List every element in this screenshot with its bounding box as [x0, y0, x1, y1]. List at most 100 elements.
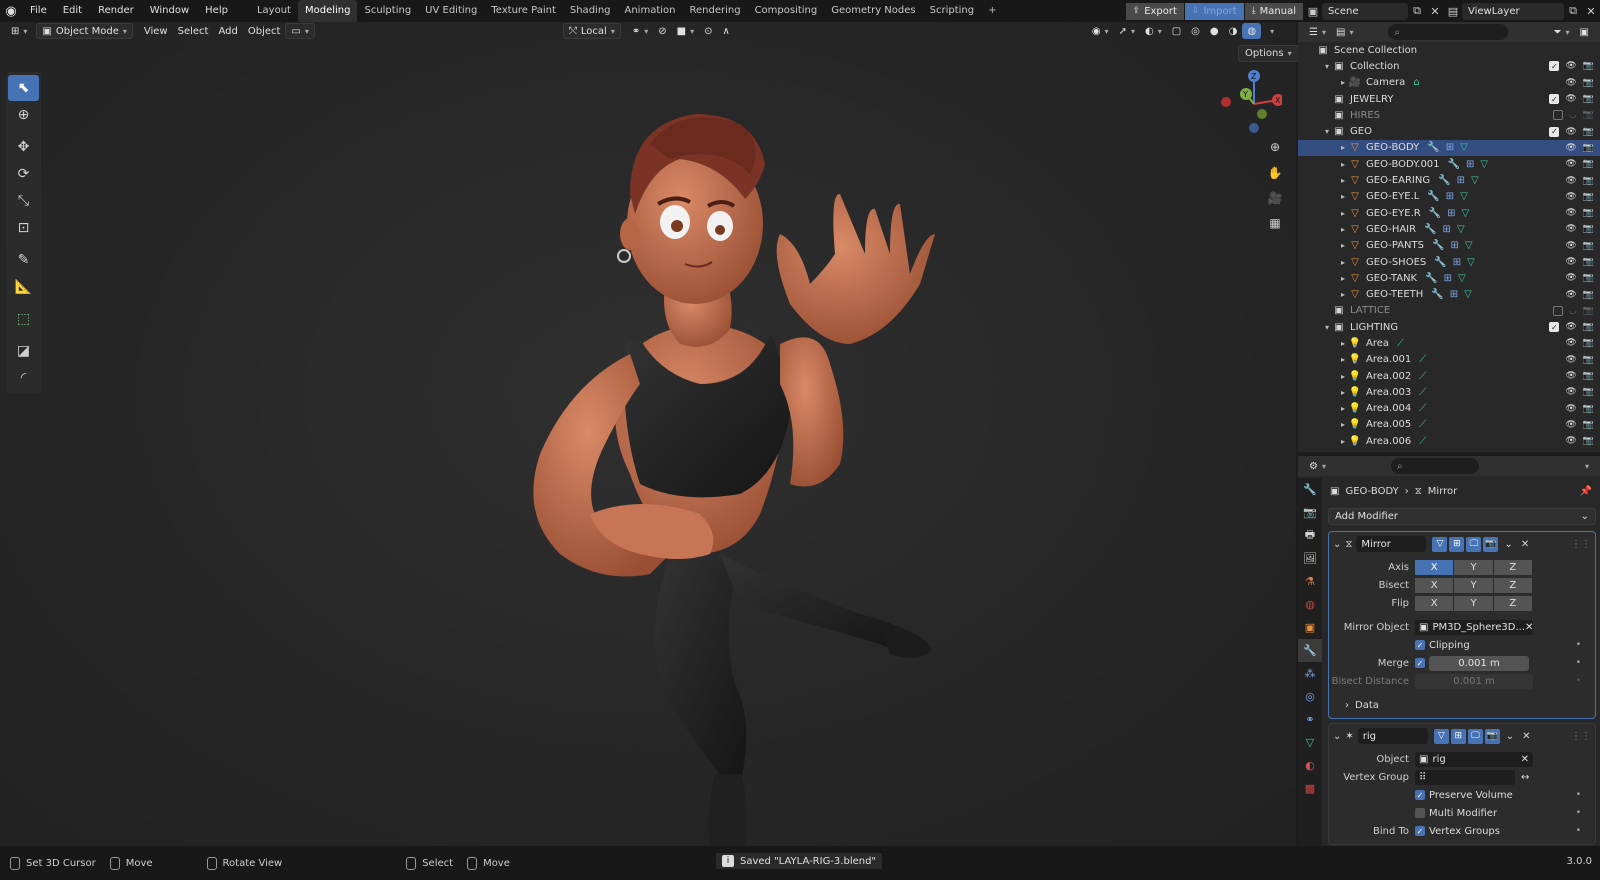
material-shading-icon[interactable]: ◑: [1224, 23, 1243, 39]
outliner-row[interactable]: ▸ ▽ GEO-BODY.001 🔧 ⊞ ▽ 👁 📷: [1298, 156, 1600, 172]
lattice-icon[interactable]: ⊞: [1443, 224, 1451, 235]
view-layer-tab-icon[interactable]: 🖼: [1298, 547, 1322, 570]
exclude-checkbox[interactable]: [1552, 305, 1563, 316]
proportional-edit-icon[interactable]: ⊙: [699, 23, 717, 39]
expand-toggle-icon[interactable]: ▸: [1338, 290, 1348, 299]
remove-modifier-icon[interactable]: ✕: [1521, 539, 1529, 550]
overlay-icon[interactable]: ◐: [1140, 23, 1167, 39]
perspective-grid-icon[interactable]: ▦: [1264, 212, 1286, 234]
edit-mode-icon[interactable]: ⊞: [1450, 728, 1466, 744]
falloff-icon[interactable]: ∧: [717, 23, 734, 39]
mesh-data-icon[interactable]: ▽: [1458, 273, 1466, 284]
visibility-eye-icon[interactable]: 👁: [1565, 78, 1576, 88]
outliner-row[interactable]: ▸ ▽ GEO-HAIR 🔧 ⊞ ▽ 👁 📷: [1298, 221, 1600, 237]
bisect-y-toggle[interactable]: Y: [1454, 577, 1493, 593]
visibility-eye-icon[interactable]: 👁: [1565, 61, 1576, 71]
wrench-icon[interactable]: 🔧: [1432, 240, 1444, 251]
outliner-editor-type-icon[interactable]: ☰: [1304, 24, 1331, 40]
light-data-icon[interactable]: ⟋: [1419, 436, 1426, 447]
expand-toggle-icon[interactable]: ▸: [1338, 225, 1348, 234]
wrench-icon[interactable]: 🔧: [1431, 289, 1443, 300]
keyframe-dot-icon[interactable]: •: [1576, 790, 1581, 800]
visibility-eye-icon[interactable]: 👁: [1565, 224, 1576, 234]
expand-toggle-icon[interactable]: ▸: [1338, 420, 1348, 429]
menu-edit[interactable]: Edit: [55, 0, 90, 22]
mesh-data-icon[interactable]: ▽: [1457, 224, 1465, 235]
scale-tool-icon[interactable]: ⤡: [8, 188, 39, 214]
lattice-icon[interactable]: ⊞: [1447, 208, 1455, 219]
outliner-search-input[interactable]: ⌕: [1388, 24, 1509, 40]
add-workspace-icon[interactable]: +: [981, 0, 1003, 22]
render-camera-icon[interactable]: 📷: [1583, 159, 1594, 169]
outliner-row[interactable]: ▸ 🎥 Camera ⌂ 👁 📷: [1298, 75, 1600, 91]
outliner-row[interactable]: ▾ ▣ LIGHTING ✓ 👁 📷: [1298, 319, 1600, 335]
visibility-eye-icon[interactable]: 👁: [1565, 338, 1576, 348]
visibility-eye-icon[interactable]: 👁: [1565, 290, 1576, 300]
expand-toggle-icon[interactable]: ▸: [1338, 78, 1348, 87]
wrench-icon[interactable]: 🔧: [1427, 191, 1439, 202]
wrench-icon[interactable]: 🔧: [1425, 273, 1437, 284]
vertex-groups-checkbox[interactable]: ✓ Vertex Groups: [1415, 826, 1500, 837]
drag-handle-icon[interactable]: ⋮⋮: [1571, 539, 1591, 550]
new-collection-icon[interactable]: ▣: [1575, 24, 1594, 40]
select-box-tool-icon[interactable]: ⬉: [8, 75, 39, 101]
pan-hand-icon[interactable]: ✋: [1264, 162, 1286, 184]
outliner-row[interactable]: ▸ ▽ GEO-TANK 🔧 ⊞ ▽ 👁 📷: [1298, 270, 1600, 286]
outliner-row[interactable]: ▾ ▣ Collection ✓ 👁 📷: [1298, 58, 1600, 74]
visibility-eye-icon[interactable]: 👁: [1565, 143, 1576, 153]
render-camera-icon[interactable]: 📷: [1583, 241, 1594, 251]
display-mode-icon[interactable]: ▤: [1331, 24, 1358, 40]
outliner-row[interactable]: ▸ ▽ GEO-PANTS 🔧 ⊞ ▽ 👁 📷: [1298, 238, 1600, 254]
zoom-icon[interactable]: ⊕: [1264, 136, 1286, 158]
visibility-eye-icon[interactable]: 👁: [1565, 176, 1576, 186]
camera-view-icon[interactable]: 🎥: [1264, 187, 1286, 209]
drag-handle-icon[interactable]: ⋮⋮: [1571, 731, 1591, 742]
clear-icon[interactable]: ✕: [1521, 754, 1529, 765]
render-camera-icon[interactable]: 📷: [1583, 322, 1594, 332]
render-camera-icon[interactable]: 📷: [1583, 110, 1594, 120]
visibility-eye-icon[interactable]: 👁: [1565, 257, 1576, 267]
add-cube-tool-icon[interactable]: ⬚: [8, 306, 39, 332]
flip-z-toggle[interactable]: Z: [1493, 595, 1532, 611]
particles-tab-icon[interactable]: ⁂: [1298, 662, 1322, 685]
outliner-row[interactable]: ▸ 💡 Area.003 ⟋ 👁 📷: [1298, 384, 1600, 400]
light-data-icon[interactable]: ⟋: [1419, 387, 1426, 398]
bisect-distance-field[interactable]: 0.001 m: [1415, 673, 1533, 689]
exclude-checkbox[interactable]: ✓: [1549, 94, 1560, 105]
properties-search-input[interactable]: ⌕: [1390, 458, 1479, 474]
lattice-icon[interactable]: ⊞: [1453, 257, 1461, 268]
pin-icon[interactable]: 📌: [1580, 486, 1592, 497]
pivot-icon[interactable]: ⚭: [627, 23, 653, 39]
viewport-display-icon[interactable]: 🖵: [1466, 536, 1482, 552]
visibility-eye-icon[interactable]: 👁: [1565, 159, 1576, 169]
wrench-icon[interactable]: 🔧: [1429, 208, 1441, 219]
render-camera-icon[interactable]: 📷: [1583, 273, 1594, 283]
outliner-row[interactable]: ▣ JEWELRY ✓ 👁 📷: [1298, 91, 1600, 107]
blender-logo-icon[interactable]: ◉: [0, 0, 22, 22]
render-display-icon[interactable]: 📷: [1484, 728, 1500, 744]
viewlayer-icon[interactable]: ▤: [1444, 3, 1462, 20]
render-tab-icon[interactable]: 📷: [1298, 501, 1322, 524]
axis-y-toggle[interactable]: Y: [1454, 559, 1493, 575]
clipping-checkbox[interactable]: ✓ Clipping: [1415, 640, 1470, 651]
edit-mode-icon[interactable]: ⊞: [1449, 536, 1465, 552]
rotate-tool-icon[interactable]: ⟳: [8, 161, 39, 187]
world-tab-icon[interactable]: ◍: [1298, 593, 1322, 616]
copy-scene-icon[interactable]: ⧉: [1408, 3, 1426, 20]
transform-orientation-dropdown[interactable]: ⤲ Local: [562, 23, 621, 39]
menu-help[interactable]: Help: [197, 0, 236, 22]
flip-x-toggle[interactable]: X: [1415, 595, 1454, 611]
light-data-icon[interactable]: ⟋: [1397, 338, 1404, 349]
expand-toggle-icon[interactable]: ▾: [1322, 127, 1332, 136]
wrench-icon[interactable]: 🔧: [1427, 142, 1439, 153]
outliner-row[interactable]: ▸ 💡 Area.004 ⟋ 👁 📷: [1298, 401, 1600, 417]
lattice-icon[interactable]: ⊞: [1444, 273, 1452, 284]
bisect-x-toggle[interactable]: X: [1415, 577, 1454, 593]
invert-icon[interactable]: ↔: [1521, 772, 1529, 783]
outliner-row[interactable]: ▣ LATTICE ◡ 📷: [1298, 303, 1600, 319]
menu-object[interactable]: Object: [243, 23, 286, 39]
render-camera-icon[interactable]: 📷: [1583, 404, 1594, 414]
snap-target-icon[interactable]: ■: [672, 23, 699, 39]
outliner-row[interactable]: ▾ ▣ GEO ✓ 👁 📷: [1298, 123, 1600, 139]
expand-toggle-icon[interactable]: ▸: [1338, 258, 1348, 267]
